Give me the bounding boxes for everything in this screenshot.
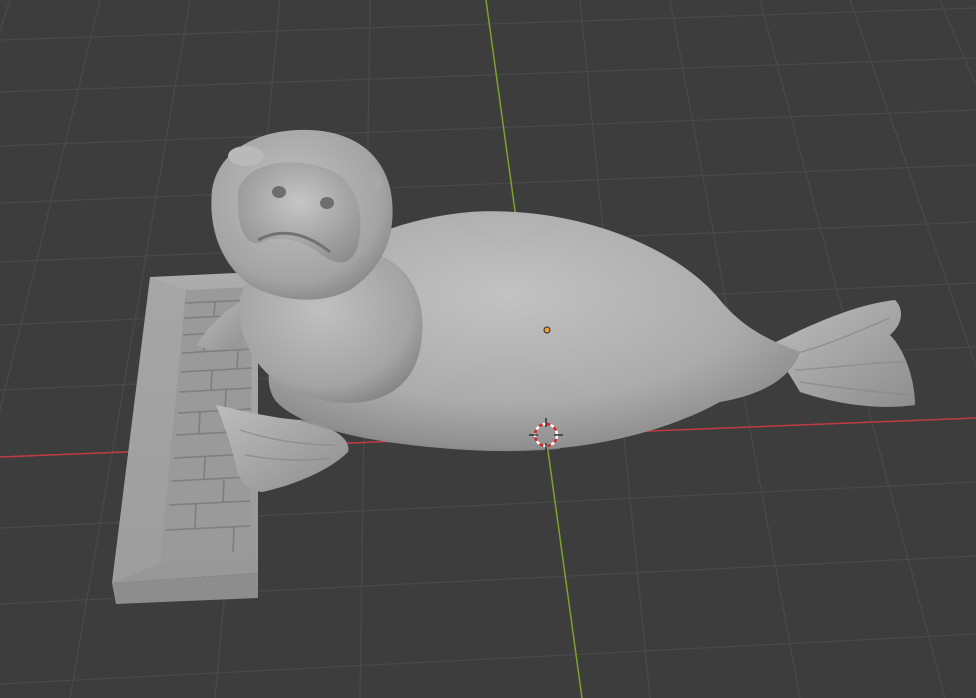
origin-point-icon[interactable] bbox=[543, 326, 551, 334]
3d-viewport[interactable] bbox=[0, 0, 976, 698]
